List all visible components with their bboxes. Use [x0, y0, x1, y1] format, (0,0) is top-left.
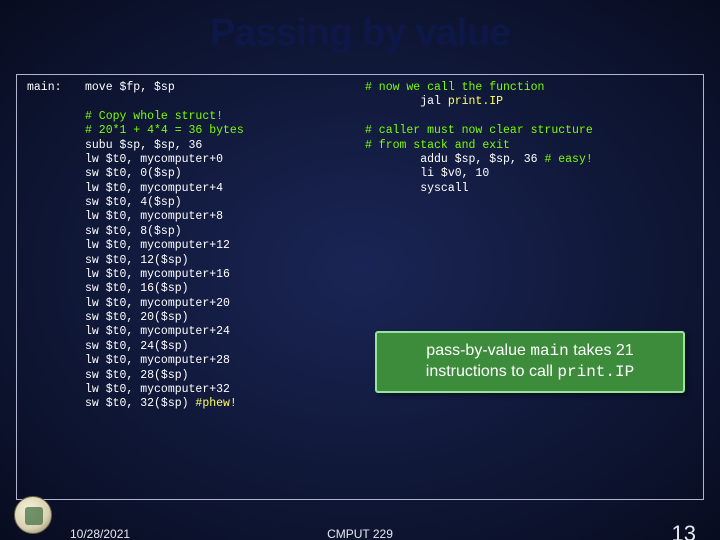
- label-main: main:: [27, 81, 62, 94]
- code-line: sw $t0, 20($sp): [85, 311, 189, 324]
- callout-mono: main: [530, 342, 568, 360]
- code-line: sw $t0, 4($sp): [85, 196, 182, 209]
- code-line: sw $t0, 32($sp): [85, 397, 195, 410]
- code-line: lw $t0, mycomputer+12: [85, 239, 230, 252]
- code-line: jal: [365, 95, 448, 108]
- code-comment: # caller must now clear structure: [365, 124, 593, 137]
- slide-title: Passing by value: [0, 0, 720, 63]
- code-line: lw $t0, mycomputer+8: [85, 210, 223, 223]
- code-line: lw $t0, mycomputer+0: [85, 153, 223, 166]
- code-comment: # from stack and exit: [365, 139, 510, 152]
- label-column: main:: [27, 81, 85, 493]
- code-line: sw $t0, 24($sp): [85, 340, 189, 353]
- code-line: subu $sp, $sp, 36: [85, 139, 202, 152]
- code-line: lw $t0, mycomputer+16: [85, 268, 230, 281]
- code-line: lw $t0, mycomputer+32: [85, 383, 230, 396]
- code-line: move $fp, $sp: [85, 81, 175, 94]
- code-line: sw $t0, 8($sp): [85, 225, 182, 238]
- code-comment: # 20*1 + 4*4 = 36 bytes: [85, 124, 244, 137]
- code-line: lw $t0, mycomputer+20: [85, 297, 230, 310]
- callout-mono: print.IP: [557, 363, 634, 381]
- callout-text: pass-by-value: [426, 342, 530, 359]
- code-line: sw $t0, 28($sp): [85, 369, 189, 382]
- code-line: lw $t0, mycomputer+28: [85, 354, 230, 367]
- code-comment: # easy!: [544, 153, 592, 166]
- code-frame: main: move $fp, $sp # Copy whole struct!…: [16, 74, 704, 500]
- code-line: sw $t0, 16($sp): [85, 282, 189, 295]
- code-line: lw $t0, mycomputer+4: [85, 182, 223, 195]
- footer-date: 10/28/2021: [70, 527, 130, 540]
- code-comment: # Copy whole struct!: [85, 110, 223, 123]
- code-line: li $v0, 10: [365, 167, 489, 180]
- code-comment-phew: #phew!: [195, 397, 236, 410]
- footer-course: CMPUT 229: [327, 527, 393, 540]
- code-line: lw $t0, mycomputer+24: [85, 325, 230, 338]
- code-symbol: print.IP: [448, 95, 503, 108]
- code-comment: # now we call the function: [365, 81, 544, 94]
- university-seal-icon: [14, 496, 52, 534]
- code-columns: main: move $fp, $sp # Copy whole struct!…: [27, 81, 693, 493]
- footer-page: 13: [672, 521, 696, 540]
- code-line: sw $t0, 12($sp): [85, 254, 189, 267]
- code-line: sw $t0, 0($sp): [85, 167, 182, 180]
- code-right-column: # now we call the function jal print.IP …: [365, 81, 693, 493]
- code-line: addu $sp, $sp, 36: [365, 153, 544, 166]
- code-left-column: move $fp, $sp # Copy whole struct! # 20*…: [85, 81, 365, 493]
- callout-box: pass-by-value main takes 21 instructions…: [375, 331, 685, 393]
- code-line: syscall: [365, 182, 469, 195]
